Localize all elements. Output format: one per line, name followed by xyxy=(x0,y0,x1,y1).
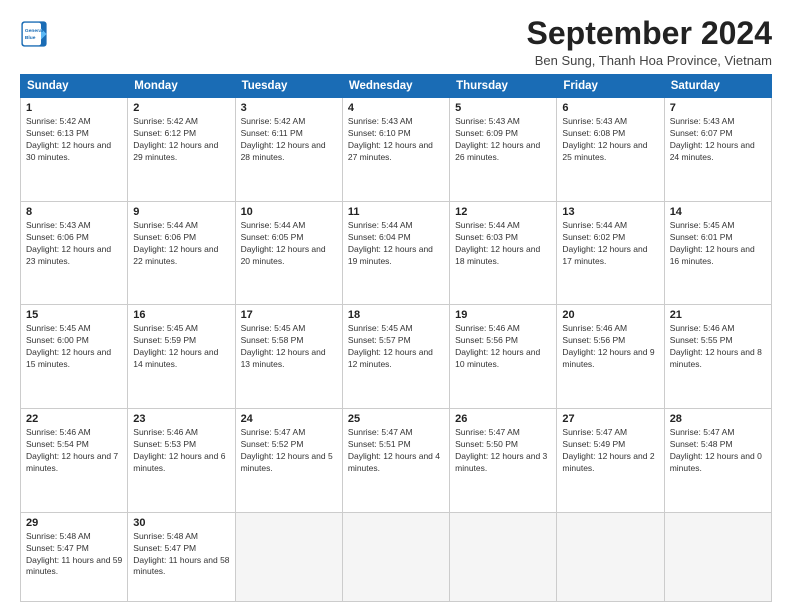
day-21: 21 Sunrise: 5:46 AMSunset: 5:55 PMDaylig… xyxy=(664,305,771,409)
day-9: 9 Sunrise: 5:44 AMSunset: 6:06 PMDayligh… xyxy=(128,201,235,305)
day-29: 29 Sunrise: 5:48 AMSunset: 5:47 PMDaylig… xyxy=(21,512,128,601)
svg-text:Blue: Blue xyxy=(25,35,36,41)
col-thursday: Thursday xyxy=(450,75,557,98)
day-30: 30 Sunrise: 5:48 AMSunset: 5:47 PMDaylig… xyxy=(128,512,235,601)
title-block: September 2024 Ben Sung, Thanh Hoa Provi… xyxy=(527,16,772,68)
col-friday: Friday xyxy=(557,75,664,98)
week-row-5: 29 Sunrise: 5:48 AMSunset: 5:47 PMDaylig… xyxy=(21,512,772,601)
col-monday: Monday xyxy=(128,75,235,98)
day-18: 18 Sunrise: 5:45 AMSunset: 5:57 PMDaylig… xyxy=(342,305,449,409)
col-saturday: Saturday xyxy=(664,75,771,98)
col-sunday: Sunday xyxy=(21,75,128,98)
day-14: 14 Sunrise: 5:45 AMSunset: 6:01 PMDaylig… xyxy=(664,201,771,305)
day-4: 4 Sunrise: 5:43 AMSunset: 6:10 PMDayligh… xyxy=(342,98,449,202)
day-7: 7 Sunrise: 5:43 AMSunset: 6:07 PMDayligh… xyxy=(664,98,771,202)
day-15: 15 Sunrise: 5:45 AMSunset: 6:00 PMDaylig… xyxy=(21,305,128,409)
svg-text:General: General xyxy=(25,28,44,34)
logo: General Blue xyxy=(20,20,52,48)
day-10: 10 Sunrise: 5:44 AMSunset: 6:05 PMDaylig… xyxy=(235,201,342,305)
empty-cell-4 xyxy=(557,512,664,601)
col-wednesday: Wednesday xyxy=(342,75,449,98)
day-13: 13 Sunrise: 5:44 AMSunset: 6:02 PMDaylig… xyxy=(557,201,664,305)
week-row-4: 22 Sunrise: 5:46 AMSunset: 5:54 PMDaylig… xyxy=(21,409,772,513)
day-3: 3 Sunrise: 5:42 AMSunset: 6:11 PMDayligh… xyxy=(235,98,342,202)
week-row-2: 8 Sunrise: 5:43 AMSunset: 6:06 PMDayligh… xyxy=(21,201,772,305)
day-8: 8 Sunrise: 5:43 AMSunset: 6:06 PMDayligh… xyxy=(21,201,128,305)
week-row-3: 15 Sunrise: 5:45 AMSunset: 6:00 PMDaylig… xyxy=(21,305,772,409)
day-22: 22 Sunrise: 5:46 AMSunset: 5:54 PMDaylig… xyxy=(21,409,128,513)
day-19: 19 Sunrise: 5:46 AMSunset: 5:56 PMDaylig… xyxy=(450,305,557,409)
day-2: 2 Sunrise: 5:42 AMSunset: 6:12 PMDayligh… xyxy=(128,98,235,202)
empty-cell-3 xyxy=(450,512,557,601)
day-24: 24 Sunrise: 5:47 AMSunset: 5:52 PMDaylig… xyxy=(235,409,342,513)
day-17: 17 Sunrise: 5:45 AMSunset: 5:58 PMDaylig… xyxy=(235,305,342,409)
day-20: 20 Sunrise: 5:46 AMSunset: 5:56 PMDaylig… xyxy=(557,305,664,409)
month-title: September 2024 xyxy=(527,16,772,51)
week-row-1: 1 Sunrise: 5:42 AMSunset: 6:13 PMDayligh… xyxy=(21,98,772,202)
empty-cell-2 xyxy=(342,512,449,601)
day-27: 27 Sunrise: 5:47 AMSunset: 5:49 PMDaylig… xyxy=(557,409,664,513)
day-16: 16 Sunrise: 5:45 AMSunset: 5:59 PMDaylig… xyxy=(128,305,235,409)
day-1: 1 Sunrise: 5:42 AMSunset: 6:13 PMDayligh… xyxy=(21,98,128,202)
logo-icon: General Blue xyxy=(20,20,48,48)
header: General Blue September 2024 Ben Sung, Th… xyxy=(20,16,772,68)
day-12: 12 Sunrise: 5:44 AMSunset: 6:03 PMDaylig… xyxy=(450,201,557,305)
day-26: 26 Sunrise: 5:47 AMSunset: 5:50 PMDaylig… xyxy=(450,409,557,513)
empty-cell-5 xyxy=(664,512,771,601)
day-6: 6 Sunrise: 5:43 AMSunset: 6:08 PMDayligh… xyxy=(557,98,664,202)
subtitle: Ben Sung, Thanh Hoa Province, Vietnam xyxy=(527,53,772,68)
day-5: 5 Sunrise: 5:43 AMSunset: 6:09 PMDayligh… xyxy=(450,98,557,202)
day-25: 25 Sunrise: 5:47 AMSunset: 5:51 PMDaylig… xyxy=(342,409,449,513)
col-tuesday: Tuesday xyxy=(235,75,342,98)
day-11: 11 Sunrise: 5:44 AMSunset: 6:04 PMDaylig… xyxy=(342,201,449,305)
day-28: 28 Sunrise: 5:47 AMSunset: 5:48 PMDaylig… xyxy=(664,409,771,513)
page: General Blue September 2024 Ben Sung, Th… xyxy=(0,0,792,612)
empty-cell-1 xyxy=(235,512,342,601)
calendar: Sunday Monday Tuesday Wednesday Thursday… xyxy=(20,74,772,602)
day-23: 23 Sunrise: 5:46 AMSunset: 5:53 PMDaylig… xyxy=(128,409,235,513)
